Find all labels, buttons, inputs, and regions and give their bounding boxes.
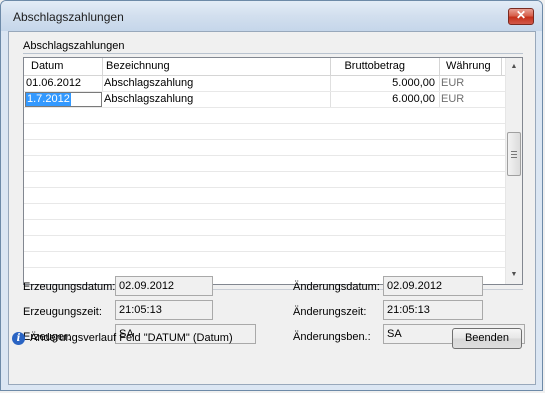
empty-row[interactable] <box>24 188 506 204</box>
cell-waehrung[interactable]: EUR <box>440 92 502 107</box>
beenden-button[interactable]: Beenden <box>452 328 522 349</box>
column-header-datum[interactable]: Datum <box>24 58 103 75</box>
close-icon: ✕ <box>515 8 527 22</box>
table-row[interactable]: 1.7.2012 Abschlagszahlung 6.000,00 EUR <box>24 92 506 108</box>
dialog-window: Abschlagszahlungen ✕ Abschlagszahlungen … <box>0 0 543 391</box>
title-bar[interactable]: Abschlagszahlungen ✕ <box>1 1 542 31</box>
column-header-bruttobetrag[interactable]: Bruttobetrag <box>331 58 440 75</box>
group-label: Abschlagszahlungen <box>23 40 125 52</box>
erzeugungsdatum-label: Erzeugungsdatum: <box>23 281 116 293</box>
cell-waehrung[interactable]: EUR <box>440 76 502 91</box>
cell-bezeichnung[interactable]: Abschlagszahlung <box>103 76 331 91</box>
grid-header: Datum Bezeichnung Bruttobetrag Währung <box>24 58 506 76</box>
empty-row[interactable] <box>24 108 506 124</box>
erzeugungszeit-field: 21:05:13 <box>115 300 213 320</box>
selected-text[interactable]: 1.7.2012 <box>26 93 71 106</box>
scroll-up-icon[interactable]: ▲ <box>506 58 522 75</box>
empty-row[interactable] <box>24 204 506 220</box>
empty-row[interactable] <box>24 140 506 156</box>
empty-row[interactable] <box>24 124 506 140</box>
column-header-bezeichnung[interactable]: Bezeichnung <box>103 58 331 75</box>
table-row[interactable]: 01.06.2012 Abschlagszahlung 5.000,00 EUR <box>24 76 506 92</box>
empty-row[interactable] <box>24 172 506 188</box>
aenderungsdatum-label: Änderungsdatum: <box>293 281 380 293</box>
info-icon: i <box>12 332 25 345</box>
scrollbar-thumb[interactable] <box>507 132 521 176</box>
status-text: Änderungsverlauf Feld "DATUM" (Datum) <box>30 332 233 344</box>
erzeugungszeit-label: Erzeugungszeit: <box>23 306 102 318</box>
payments-grid[interactable]: Datum Bezeichnung Bruttobetrag Währung 0… <box>23 57 523 285</box>
erzeugungsdatum-field: 02.09.2012 <box>115 276 213 296</box>
group-divider <box>23 53 523 54</box>
aenderungsdatum-field: 02.09.2012 <box>383 276 483 296</box>
aenderungszeit-field: 21:05:13 <box>383 300 483 320</box>
cell-bruttobetrag[interactable]: 5.000,00 <box>331 76 440 91</box>
close-button[interactable]: ✕ <box>508 8 534 25</box>
datum-edit-input[interactable]: 1.7.2012 <box>25 92 102 107</box>
scroll-down-icon[interactable]: ▼ <box>506 266 522 283</box>
aenderungsben-label: Änderungsben.: <box>293 331 371 343</box>
empty-row[interactable] <box>24 236 506 252</box>
vertical-scrollbar[interactable]: ▲ ▼ <box>505 58 522 284</box>
cell-bezeichnung[interactable]: Abschlagszahlung <box>103 92 331 107</box>
cell-bruttobetrag[interactable]: 6.000,00 <box>331 92 440 107</box>
aenderungszeit-label: Änderungszeit: <box>293 306 367 318</box>
empty-row[interactable] <box>24 252 506 268</box>
empty-row[interactable] <box>24 220 506 236</box>
window-title: Abschlagszahlungen <box>13 10 124 24</box>
column-header-waehrung[interactable]: Währung <box>440 58 502 75</box>
cell-datum[interactable]: 01.06.2012 <box>24 76 103 91</box>
empty-row[interactable] <box>24 156 506 172</box>
